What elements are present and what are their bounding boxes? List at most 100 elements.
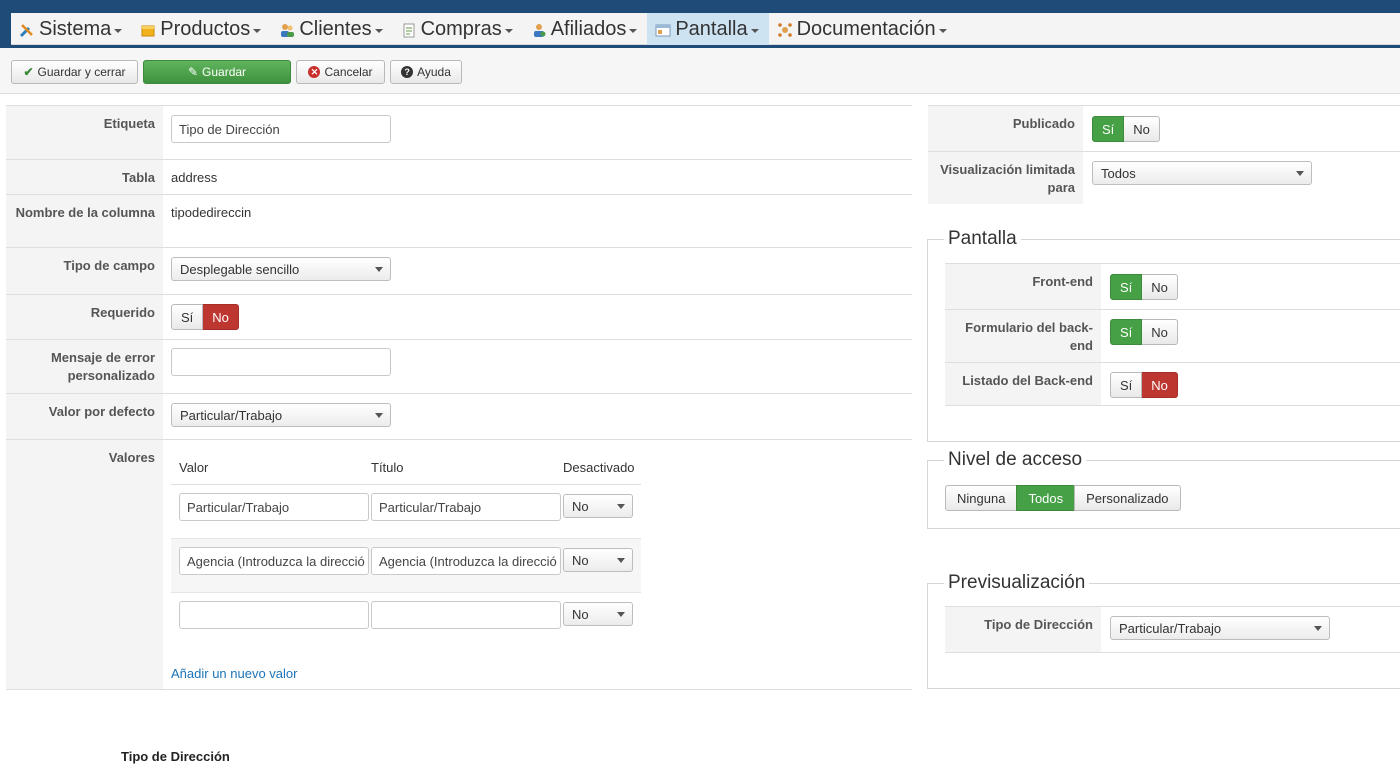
table-value: address xyxy=(171,170,218,185)
menu-label: Sistema xyxy=(39,17,112,40)
menu-label: Documentación xyxy=(796,17,936,40)
help-button[interactable]: ? Ayuda xyxy=(390,60,462,84)
preview-address-type-value: Particular/Trabajo xyxy=(1119,621,1222,636)
column-header-disabled: Desactivado xyxy=(563,460,635,475)
save-and-close-button[interactable]: ✔ Guardar y cerrar xyxy=(11,60,138,84)
menu-sistema[interactable]: Sistema xyxy=(11,13,132,45)
preview-address-type-select[interactable]: Particular/Trabajo xyxy=(1110,616,1330,640)
menu-productos[interactable]: Productos xyxy=(132,13,271,45)
backend-list-yes-button[interactable]: Sí xyxy=(1110,372,1143,398)
table-row: Agencia (Introduzca la direcció Agencia … xyxy=(171,539,641,593)
form-row-required: Requerido Sí No xyxy=(6,294,912,339)
chevron-down-icon xyxy=(114,28,123,33)
limited-access-select[interactable]: Todos xyxy=(1092,161,1312,185)
disabled-value: No xyxy=(572,553,589,568)
preview-bottom-label: Tipo de Dirección xyxy=(121,749,230,764)
title-input[interactable] xyxy=(371,601,561,629)
access-option-none[interactable]: Ninguna xyxy=(945,485,1018,511)
column-value: tipodedireccin xyxy=(171,205,252,220)
field-label: Mensaje de error personalizado xyxy=(6,340,163,393)
menu-afiliados[interactable]: Afiliados xyxy=(523,13,648,45)
field-label: Tipo de Dirección xyxy=(945,607,1101,652)
docs-icon xyxy=(777,23,792,37)
backend-form-yes-button[interactable]: Sí xyxy=(1110,319,1143,345)
fieldtype-value: Desplegable sencillo xyxy=(180,262,300,277)
chevron-down-icon xyxy=(504,28,513,33)
menu-clientes[interactable]: Clientes xyxy=(271,13,392,45)
help-icon: ? xyxy=(401,66,414,78)
section-title-preview: Previsualización xyxy=(944,572,1090,594)
required-toggle: Sí No xyxy=(171,304,239,330)
form-row-default: Valor por defecto Particular/Trabajo xyxy=(6,393,912,439)
orders-icon xyxy=(403,23,415,38)
form-row-limited: Visualización limitada para Todos xyxy=(928,151,1400,204)
field-label: Visualización limitada para xyxy=(928,152,1083,204)
field-label: Valor por defecto xyxy=(6,394,163,439)
published-toggle: Sí No xyxy=(1092,116,1160,142)
table-row: No xyxy=(171,593,641,647)
disabled-select[interactable]: No xyxy=(563,602,633,626)
form-row-table: Tabla address xyxy=(6,159,912,194)
box-icon xyxy=(141,25,155,37)
label-input[interactable]: Tipo de Dirección xyxy=(171,115,391,143)
users-icon xyxy=(281,24,295,37)
help-label: Ayuda xyxy=(417,65,451,79)
value-input[interactable] xyxy=(179,601,369,629)
field-label: Listado del Back-end xyxy=(945,363,1101,405)
fieldtype-select[interactable]: Desplegable sencillo xyxy=(171,257,391,281)
close-icon: ✕ xyxy=(308,66,321,78)
field-label: Tipo de campo xyxy=(6,248,163,294)
disabled-select[interactable]: No xyxy=(563,548,633,572)
save-button[interactable]: ✎ Guardar xyxy=(143,60,291,84)
published-yes-button[interactable]: Sí xyxy=(1092,116,1125,142)
backend-list-no-button[interactable]: No xyxy=(1142,372,1178,398)
main-menu: Sistema Productos Clientes Compras Afili… xyxy=(11,13,1400,45)
add-value-link[interactable]: Añadir un nuevo valor xyxy=(171,666,297,681)
form-row-fieldtype: Tipo de campo Desplegable sencillo xyxy=(6,247,912,294)
menu-label: Productos xyxy=(160,17,251,40)
backend-form-no-button[interactable]: No xyxy=(1142,319,1178,345)
access-option-custom[interactable]: Personalizado xyxy=(1074,485,1181,511)
display-icon xyxy=(655,24,671,37)
field-label: Tabla xyxy=(6,160,163,194)
menu-pantalla[interactable]: Pantalla xyxy=(647,13,769,45)
section-title-display: Pantalla xyxy=(944,228,1021,250)
value-input[interactable]: Particular/Trabajo xyxy=(179,493,369,521)
chevron-down-icon xyxy=(617,612,625,617)
error-message-input[interactable] xyxy=(171,348,391,376)
field-label: Front-end xyxy=(945,264,1101,309)
menu-compras[interactable]: Compras xyxy=(393,13,523,45)
field-label: Publicado xyxy=(928,106,1083,151)
menu-label: Compras xyxy=(420,17,502,40)
menu-documentacion[interactable]: Documentación xyxy=(769,13,957,45)
menu-label: Pantalla xyxy=(675,17,748,40)
frontend-no-button[interactable]: No xyxy=(1142,274,1178,300)
disabled-value: No xyxy=(572,607,589,622)
chevron-down-icon xyxy=(253,28,262,33)
header-bar: Sistema Productos Clientes Compras Afili… xyxy=(0,0,1400,48)
value-input[interactable]: Agencia (Introduzca la direcció xyxy=(179,547,369,575)
required-yes-button[interactable]: Sí xyxy=(171,304,204,330)
affiliate-icon xyxy=(533,24,546,37)
title-input[interactable]: Agencia (Introduzca la direcció xyxy=(371,547,561,575)
frontend-yes-button[interactable]: Sí xyxy=(1110,274,1143,300)
disabled-select[interactable]: No xyxy=(563,494,633,518)
required-no-button[interactable]: No xyxy=(203,304,239,330)
published-no-button[interactable]: No xyxy=(1124,116,1160,142)
form-row-frontend: Front-end Sí No xyxy=(945,263,1400,309)
default-value-select[interactable]: Particular/Trabajo xyxy=(171,403,391,427)
save-and-close-label: Guardar y cerrar xyxy=(37,65,126,79)
column-header-title: Título xyxy=(371,460,404,475)
access-option-all[interactable]: Todos xyxy=(1016,485,1076,511)
column-header-value: Valor xyxy=(179,460,209,475)
chevron-down-icon xyxy=(617,504,625,509)
cancel-button[interactable]: ✕ Cancelar xyxy=(296,60,385,84)
values-table-header: Valor Título Desactivado xyxy=(171,449,641,485)
menu-label: Afiliados xyxy=(550,17,627,40)
backend-form-toggle: Sí No xyxy=(1110,319,1178,345)
field-label: Formulario del back-end xyxy=(945,310,1101,362)
chevron-down-icon xyxy=(629,28,638,33)
form-row-label: Etiqueta Tipo de Dirección xyxy=(6,105,912,159)
default-value: Particular/Trabajo xyxy=(180,408,283,423)
title-input[interactable]: Particular/Trabajo xyxy=(371,493,561,521)
